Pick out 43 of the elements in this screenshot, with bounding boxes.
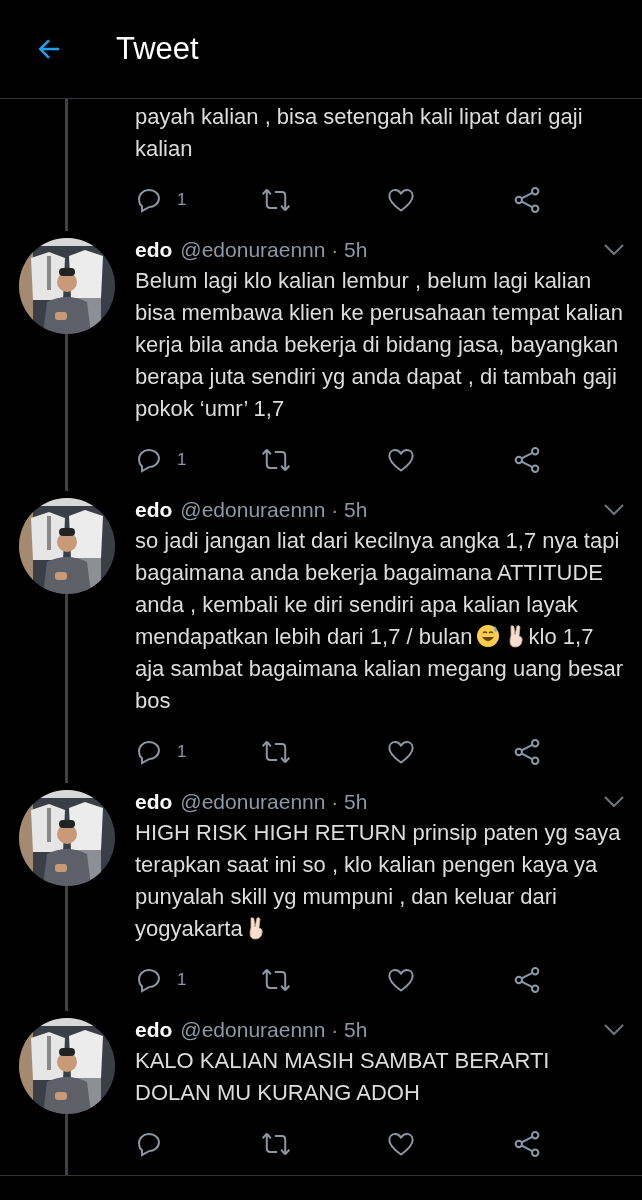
share-icon[interactable] [513,738,541,766]
retweet-icon[interactable] [261,1130,291,1158]
reply-icon[interactable] [135,966,163,994]
heart-icon[interactable] [387,966,415,994]
tweet-text: so jadi jangan liat dari kecilnya angka 1,7 nya tapi bagaimana anda bekerja bagaimana ATTITUDE anda , kembali ke diri sendiri apa kalian layak mendapatkan lebih dari 1,7 / bulan klo 1,7 aja sambat bagaimana kalian megang uang besar bos [135,527,624,715]
reply-icon[interactable] [135,186,163,214]
reply-icon[interactable] [135,738,163,766]
author-name: edo [135,1018,173,1042]
author-handle: @edonuraennn · 5h [180,1018,368,1042]
reply-icon[interactable] [135,1130,163,1158]
heart-icon[interactable] [387,446,415,474]
share-icon[interactable] [513,966,541,994]
retweet-icon[interactable] [261,186,291,214]
heart-icon[interactable] [387,1130,415,1158]
heart-icon[interactable] [387,186,415,214]
smiling-face-icon [475,624,500,648]
caret-icon[interactable] [603,795,625,809]
retweet-icon[interactable] [261,446,291,474]
caret-icon[interactable] [603,243,625,257]
reply-button[interactable]: 1 [135,738,261,766]
author-handle: @edonuraennn · 5h [180,790,368,814]
caret-icon[interactable] [603,1023,625,1037]
page-title: Tweet [116,31,199,67]
caret-icon[interactable] [603,503,625,517]
reply-icon[interactable] [135,446,163,474]
author-handle: @edonuraennn · 5h [180,498,368,522]
heart-icon[interactable] [387,738,415,766]
reply-button[interactable]: 1 [135,186,261,214]
retweet-icon[interactable] [261,966,291,994]
author-handle: @edonuraennn · 5h [180,238,368,262]
tweet-text: KALO KALIAN MASIH SAMBAT BERARTI DOLAN MU KURANG ADOH [135,1047,551,1107]
share-icon[interactable] [513,186,541,214]
tweet-text: payah kalian , bisa setengah kali lipat dari gaji kalian [135,103,584,163]
share-icon[interactable] [513,1130,541,1158]
author-name: edo [135,238,173,262]
tweet-text: Belum lagi klo kalian lembur , belum lagi kalian bisa membawa klien ke perusahaan tempat kalian kerja bila anda bekerja di bidang jasa, bayangkan berapa juta sendiri yg anda dapat , di tambah gaji pokok ‘umr’ 1,7 [135,267,624,423]
retweet-icon[interactable] [261,738,291,766]
share-icon[interactable] [513,446,541,474]
reply-button[interactable]: 1 [135,446,261,474]
author-name: edo [135,790,173,814]
author-name: edo [135,498,173,522]
tweet-text: HIGH RISK HIGH RETURN prinsip paten yg saya terapkan saat ini so , klo kalian pengen kaya ya punyalah skill yg mumpuni , dan keluar dari yogyakarta [135,819,622,943]
reply-button[interactable]: 1 [135,966,261,994]
